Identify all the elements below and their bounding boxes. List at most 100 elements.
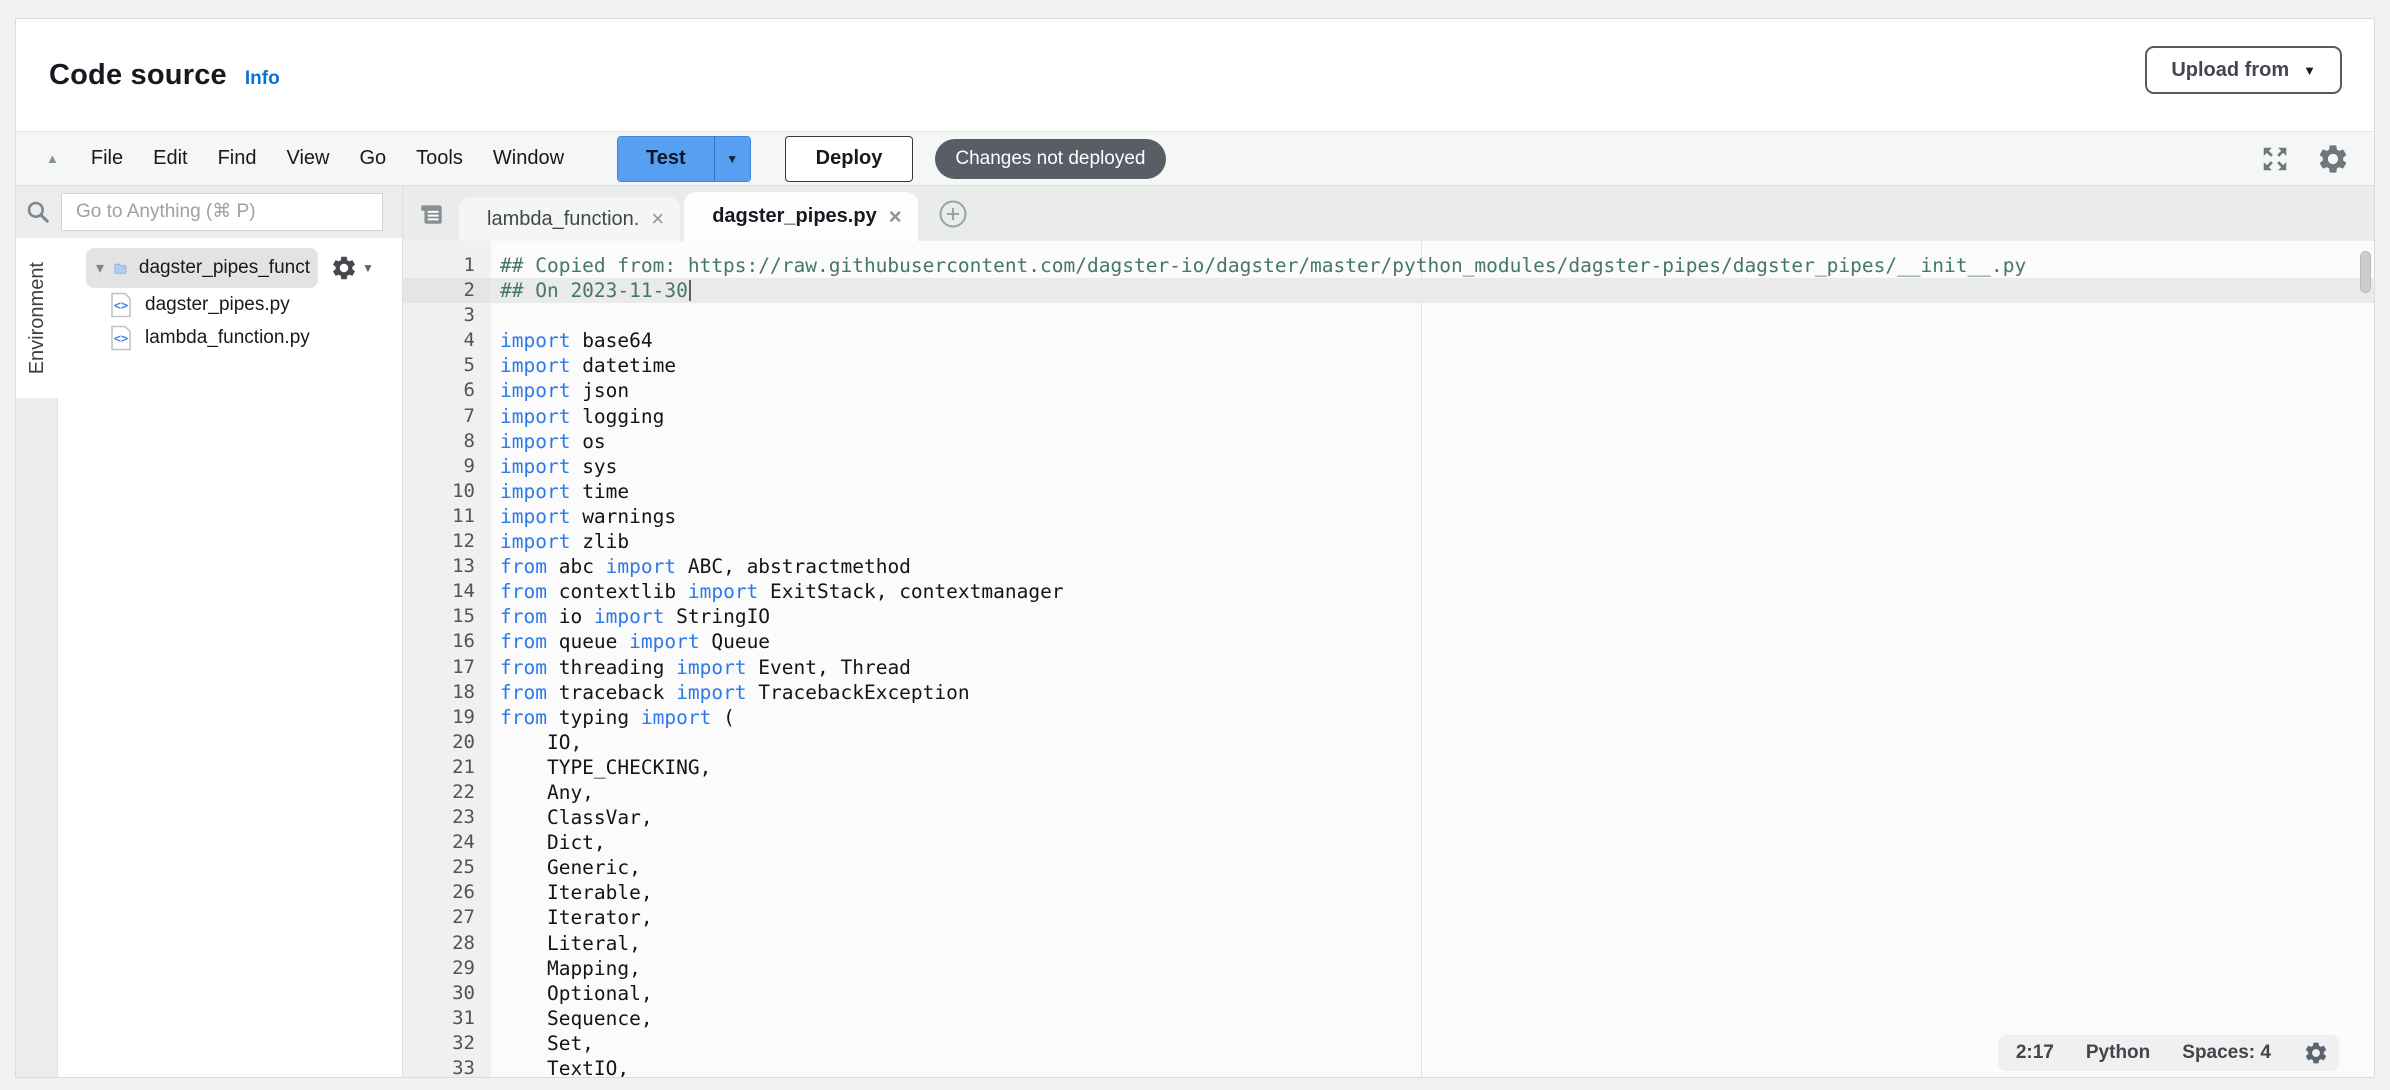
tab-lambda_function[interactable]: lambda_function.× [459, 197, 680, 241]
menu-items: FileEditFindViewGoToolsWindow [76, 147, 579, 170]
settings-gear-icon[interactable] [2316, 142, 2350, 176]
line-content: Generic, [491, 855, 2374, 880]
code-line-13[interactable]: 13from abc import ABC, abstractmethod [403, 554, 2374, 579]
line-content: import json [491, 378, 2374, 403]
code-line-7[interactable]: 7import logging [403, 404, 2374, 429]
code-line-10[interactable]: 10import time [403, 479, 2374, 504]
tree-folder-row[interactable]: ▾ dagster_pipes_funct ▼ [86, 248, 402, 288]
code-line-28[interactable]: 28 Literal, [403, 931, 2374, 956]
menu-go[interactable]: Go [344, 147, 401, 170]
upload-from-label: Upload from [2171, 59, 2289, 82]
line-content: Sequence, [491, 1006, 2374, 1031]
code-line-16[interactable]: 16from queue import Queue [403, 629, 2374, 654]
folder-gear-icon[interactable] [330, 254, 358, 282]
code-line-17[interactable]: 17from threading import Event, Thread [403, 655, 2374, 680]
line-number: 31 [403, 1006, 491, 1031]
line-number: 28 [403, 931, 491, 956]
code-line-9[interactable]: 9import sys [403, 454, 2374, 479]
line-number: 29 [403, 956, 491, 981]
vertical-scrollbar[interactable] [2360, 251, 2371, 293]
code-line-24[interactable]: 24 Dict, [403, 830, 2374, 855]
menu-window[interactable]: Window [478, 147, 579, 170]
code-line-20[interactable]: 20 IO, [403, 730, 2374, 755]
line-content: import time [491, 479, 2374, 504]
line-content: Optional, [491, 981, 2374, 1006]
folder-disclosure-icon[interactable]: ▾ [96, 258, 104, 278]
code-line-6[interactable]: 6import json [403, 378, 2374, 403]
code-line-12[interactable]: 12import zlib [403, 529, 2374, 554]
line-content: from typing import ( [491, 705, 2374, 730]
code-line-15[interactable]: 15from io import StringIO [403, 604, 2374, 629]
code-line-1[interactable]: 1## Copied from: https://raw.githubuserc… [403, 253, 2374, 278]
folder-selection[interactable]: ▾ dagster_pipes_funct [86, 248, 318, 288]
line-number: 24 [403, 830, 491, 855]
code-line-23[interactable]: 23 ClassVar, [403, 805, 2374, 830]
environment-label: Environment [26, 262, 49, 374]
menu-tools[interactable]: Tools [401, 147, 478, 170]
line-number: 8 [403, 429, 491, 454]
test-button[interactable]: Test [618, 137, 714, 181]
file-name: dagster_pipes.py [145, 294, 290, 316]
line-content: Mapping, [491, 956, 2374, 981]
code-line-3[interactable]: 3 [403, 303, 2374, 328]
tree-file-lambda_function.py[interactable]: lambda_function.py [58, 321, 402, 354]
code-area[interactable]: 1## Copied from: https://raw.githubuserc… [403, 241, 2374, 1077]
new-tab-icon[interactable] [938, 199, 968, 229]
code-line-14[interactable]: 14from contextlib import ExitStack, cont… [403, 579, 2374, 604]
code-line-19[interactable]: 19from typing import ( [403, 705, 2374, 730]
editor: lambda_function.×dagster_pipes.py× 1## C… [403, 186, 2374, 1077]
folder-settings[interactable]: ▼ [330, 254, 374, 282]
menu-edit[interactable]: Edit [138, 147, 202, 170]
line-number: 14 [403, 579, 491, 604]
upload-from-button[interactable]: Upload from ▼ [2145, 46, 2342, 94]
fullscreen-icon[interactable] [2260, 144, 2290, 174]
tree-file-dagster_pipes.py[interactable]: dagster_pipes.py [58, 288, 402, 321]
cursor-position[interactable]: 2:17 [2016, 1042, 2054, 1064]
code-line-18[interactable]: 18from traceback import TracebackExcepti… [403, 680, 2374, 705]
menu-find[interactable]: Find [203, 147, 272, 170]
code-line-11[interactable]: 11import warnings [403, 504, 2374, 529]
tab-close-icon[interactable]: × [889, 206, 902, 228]
panel-strip-rest [16, 398, 58, 1077]
line-content: Literal, [491, 931, 2374, 956]
menu-view[interactable]: View [271, 147, 344, 170]
goto-anything-input[interactable] [61, 193, 383, 231]
tab-list-icon[interactable] [419, 201, 445, 227]
deploy-button[interactable]: Deploy [785, 136, 914, 182]
header: Code source Info Upload from ▼ [16, 19, 2374, 131]
tab-close-icon[interactable]: × [651, 208, 664, 230]
indent-setting[interactable]: Spaces: 4 [2182, 1042, 2271, 1064]
tabs-container: lambda_function.×dagster_pipes.py× [459, 186, 922, 241]
language-mode[interactable]: Python [2086, 1042, 2150, 1064]
collapse-panel-icon[interactable]: ▲ [46, 151, 59, 166]
line-number: 13 [403, 554, 491, 579]
line-number: 6 [403, 378, 491, 403]
line-number: 12 [403, 529, 491, 554]
environment-tab[interactable]: Environment [16, 238, 58, 398]
code-line-29[interactable]: 29 Mapping, [403, 956, 2374, 981]
code-line-2[interactable]: 2## On 2023-11-30 [403, 278, 2374, 303]
sidebar: Environment ▾ dagster_pipes_funct ▼ [16, 186, 403, 1077]
code-line-26[interactable]: 26 Iterable, [403, 880, 2374, 905]
code-line-21[interactable]: 21 TYPE_CHECKING, [403, 755, 2374, 780]
code-line-31[interactable]: 31 Sequence, [403, 1006, 2374, 1031]
code-line-30[interactable]: 30 Optional, [403, 981, 2374, 1006]
line-number: 16 [403, 629, 491, 654]
test-dropdown-arrow[interactable]: ▼ [714, 137, 750, 181]
code-line-5[interactable]: 5import datetime [403, 353, 2374, 378]
line-content: Dict, [491, 830, 2374, 855]
code-line-22[interactable]: 22 Any, [403, 780, 2374, 805]
code-line-4[interactable]: 4import base64 [403, 328, 2374, 353]
status-gear-icon[interactable] [2303, 1040, 2329, 1066]
menu-file[interactable]: File [76, 147, 138, 170]
code-line-27[interactable]: 27 Iterator, [403, 905, 2374, 930]
line-number: 7 [403, 404, 491, 429]
line-content: import logging [491, 404, 2374, 429]
line-content: TYPE_CHECKING, [491, 755, 2374, 780]
line-content: IO, [491, 730, 2374, 755]
info-link[interactable]: Info [245, 68, 280, 90]
code-line-8[interactable]: 8import os [403, 429, 2374, 454]
line-number: 3 [403, 303, 491, 328]
code-line-25[interactable]: 25 Generic, [403, 855, 2374, 880]
tab-dagster_pipes.py[interactable]: dagster_pipes.py× [684, 192, 917, 241]
